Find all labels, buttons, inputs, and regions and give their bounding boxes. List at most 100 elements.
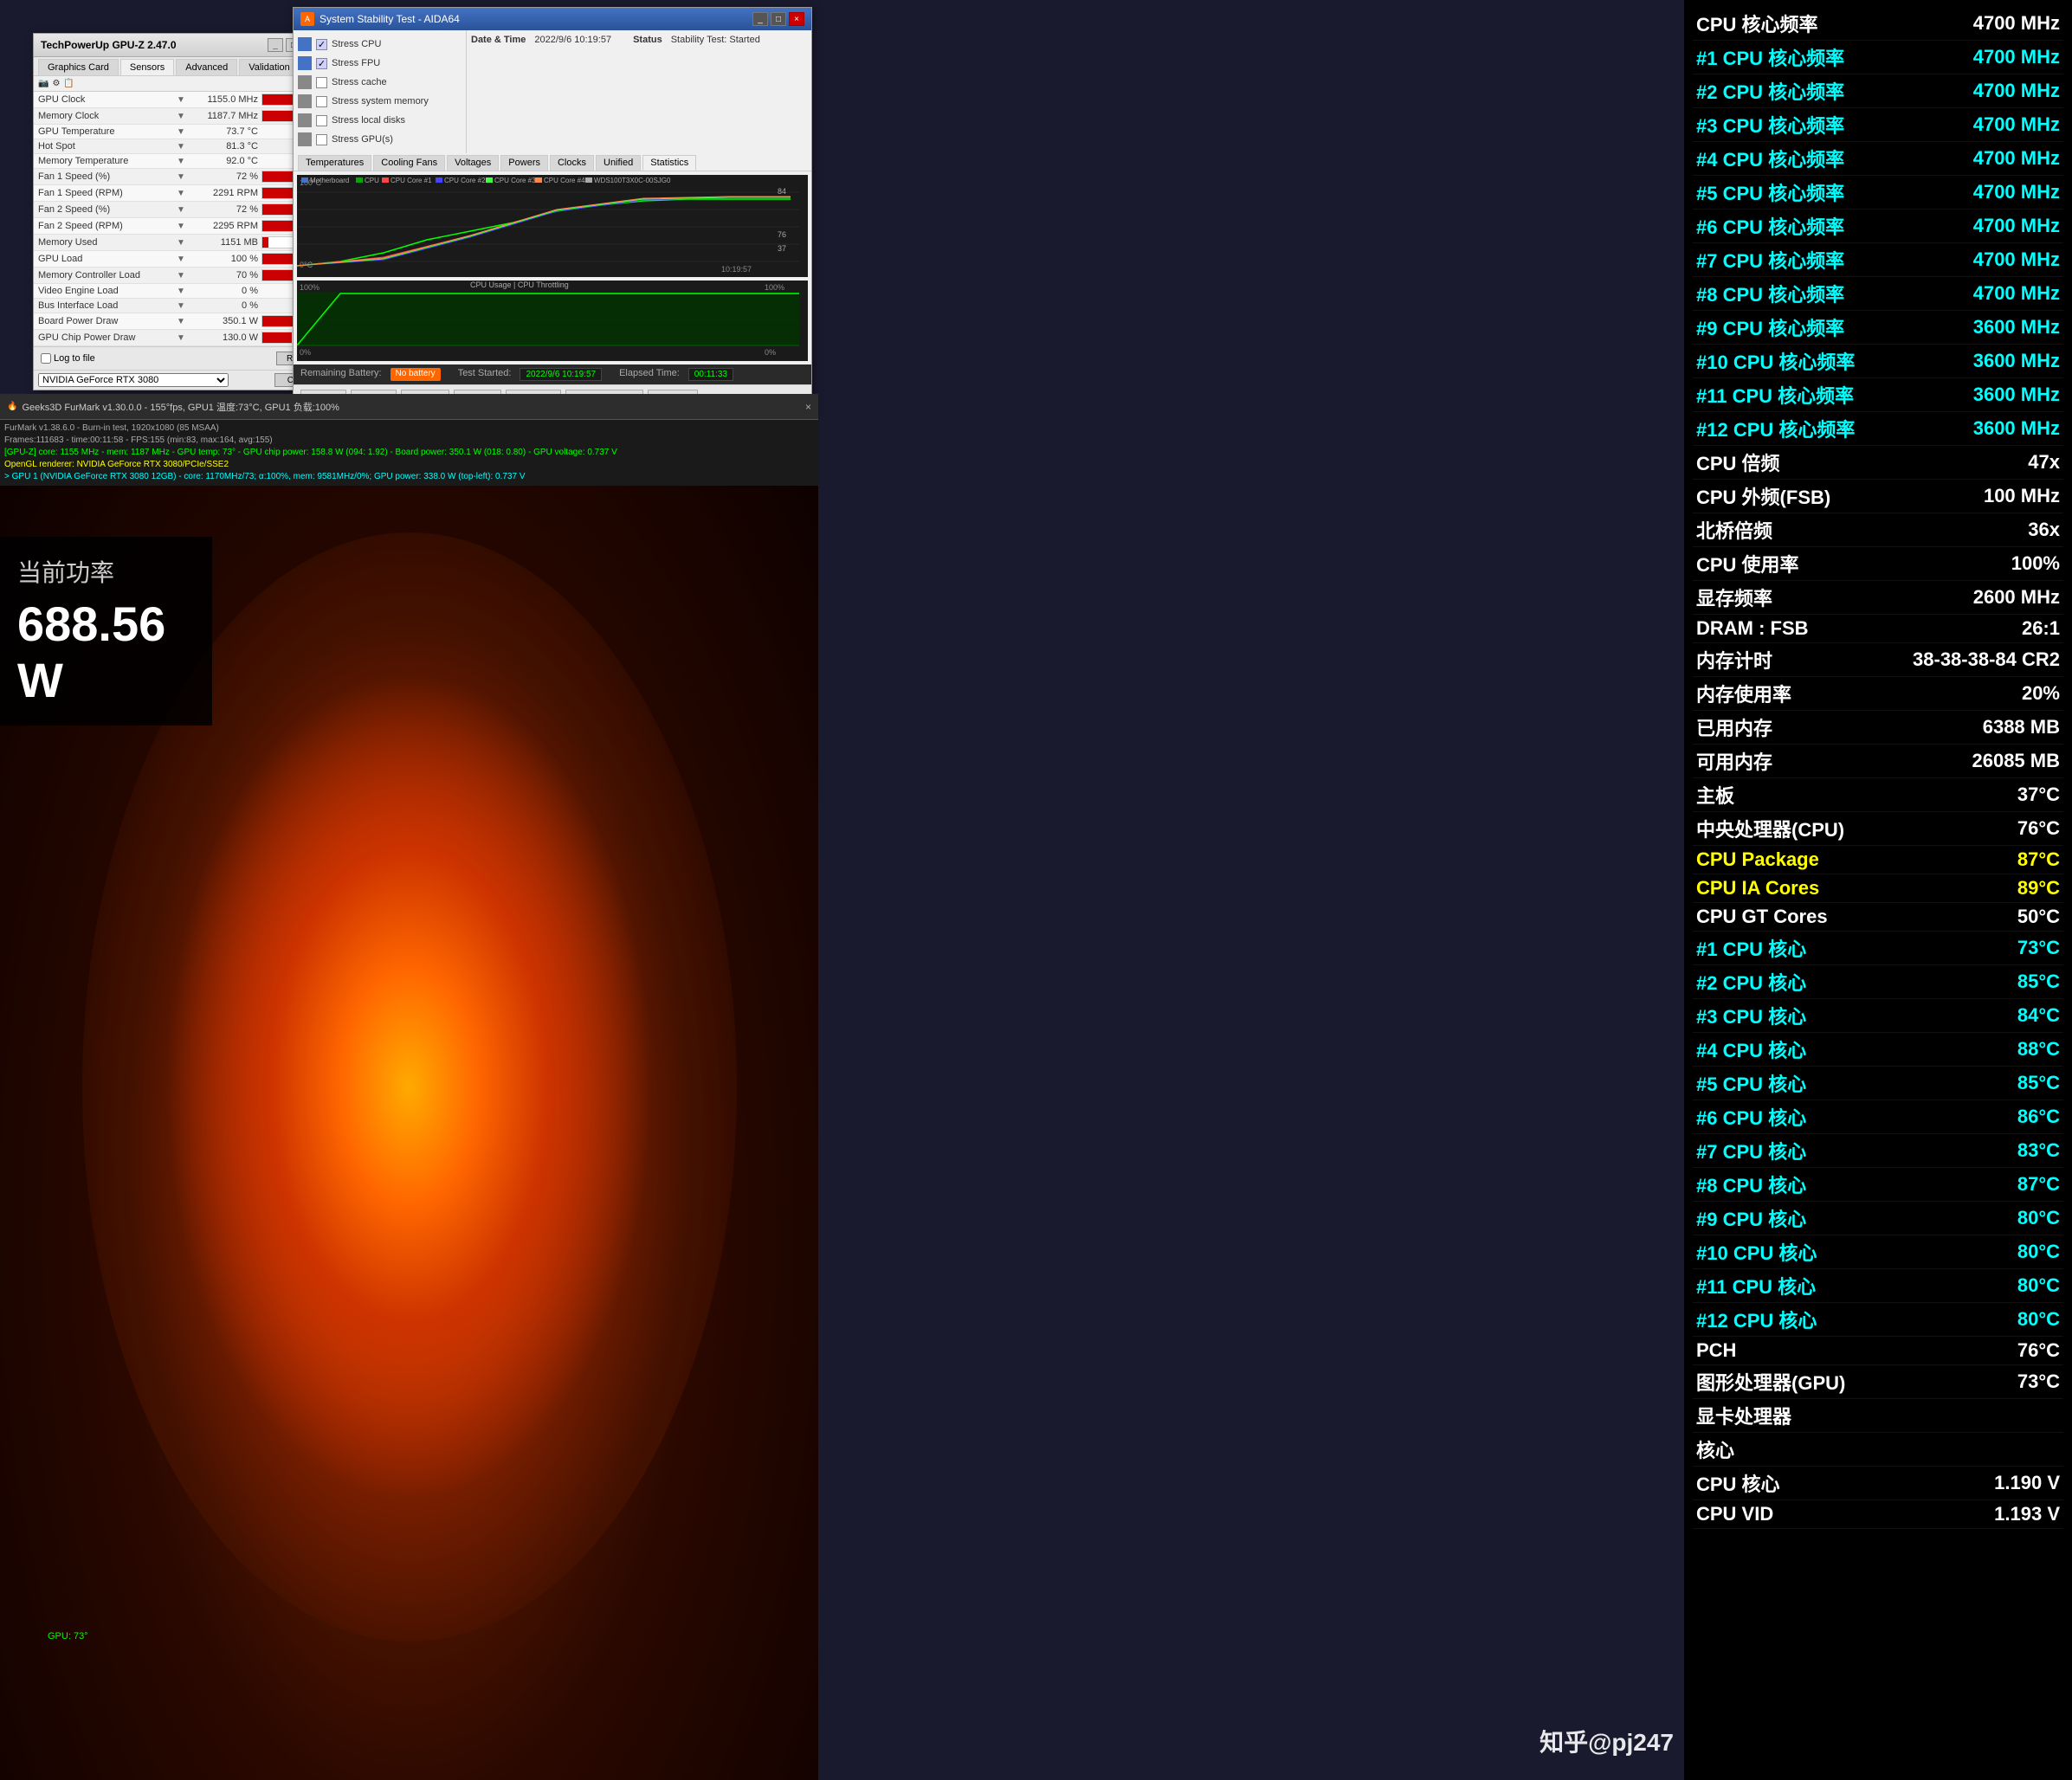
gpuz-sensor-arrow[interactable]: ▼ [177,271,189,281]
aida64-tab-unified[interactable]: Unified [596,155,641,171]
gpuz-sensor-row: Fan 1 Speed (%) ▼ 72 % [34,169,326,185]
hwinfo-stat-value: 76°C [2017,817,2060,840]
stress-icon [298,75,312,89]
stress-checkbox[interactable]: ✓ [316,39,327,50]
furmark-info-line2: Frames:111683 - time:00:11:58 - FPS:155 … [4,435,814,447]
gpuz-sensor-arrow[interactable]: ▼ [177,95,189,105]
hwinfo-stat-row: #6 CPU 核心频率4700 MHz [1693,210,2063,243]
furmark-close-btn[interactable]: × [805,401,811,413]
stress-label: Stress cache [332,77,387,87]
aida64-close-btn[interactable]: × [789,12,804,26]
gpuz-sensor-arrow[interactable]: ▼ [177,255,189,264]
hwinfo-stat-row: #11 CPU 核心80°C [1693,1269,2063,1303]
hwinfo-stat-row: 中央处理器(CPU)76°C [1693,812,2063,846]
hwinfo-stat-value: 4700 MHz [1973,282,2060,305]
aida64-win-controls: _ □ × [752,12,804,26]
stress-checkbox[interactable] [316,115,327,126]
battery-value: No battery [391,368,441,381]
hwinfo-stat-value: 87°C [2017,1173,2060,1196]
hwinfo-stat-row: 内存计时38-38-38-84 CR2 [1693,643,2063,677]
gpuz-sensor-arrow[interactable]: ▼ [177,157,189,166]
hwinfo-stat-value: 100 MHz [1984,485,2060,507]
gpuz-sensor-arrow[interactable]: ▼ [177,189,189,198]
stress-icon [298,113,312,127]
stress-checkbox[interactable]: ✓ [316,58,327,69]
hwinfo-stat-value: 86°C [2017,1106,2060,1128]
aida64-tab-cooling-fans[interactable]: Cooling Fans [373,155,445,171]
elapsed-label: Elapsed Time: [619,368,680,381]
stress-icon [298,37,312,51]
gpuz-minimize-btn[interactable]: _ [268,38,283,52]
hwinfo-stat-label: 内存使用率 [1696,680,1791,707]
gpuz-sensor-value: 1187.7 MHz [189,111,258,121]
hwinfo-stat-value: 50°C [2017,906,2060,928]
hwinfo-stat-row: #10 CPU 核心频率3600 MHz [1693,345,2063,378]
gpuz-sensor-name: Memory Clock [38,111,177,121]
aida64-tab-clocks[interactable]: Clocks [550,155,594,171]
hwinfo-stat-value: 80°C [2017,1308,2060,1331]
gpuz-tab-advanced[interactable]: Advanced [176,59,237,75]
svg-text:CPU Core #2: CPU Core #2 [444,177,486,184]
gpuz-tab-sensors[interactable]: Sensors [120,59,174,75]
hwinfo-stat-label: DRAM : FSB [1696,617,1809,640]
hwinfo-stat-label: 核心 [1696,1435,1734,1463]
gpuz-sensor-arrow[interactable]: ▼ [177,238,189,248]
aida64-minimize-btn[interactable]: _ [752,12,768,26]
hwinfo-stat-label: #9 CPU 核心 [1696,1204,1806,1232]
aida64-maximize-btn[interactable]: □ [771,12,786,26]
hwinfo-stat-label: #8 CPU 核心频率 [1696,280,1844,307]
aida64-tab-temperatures[interactable]: Temperatures [298,155,371,171]
hwinfo-stat-row: CPU 使用率100% [1693,547,2063,581]
gpuz-sensor-arrow[interactable]: ▼ [177,333,189,343]
gpuz-sensor-arrow[interactable]: ▼ [177,287,189,296]
gpuz-sensor-arrow[interactable]: ▼ [177,222,189,231]
gpuz-sensor-arrow[interactable]: ▼ [177,112,189,121]
gpuz-sensor-arrow[interactable]: ▼ [177,317,189,326]
hwinfo-stat-row: 图形处理器(GPU)73°C [1693,1365,2063,1399]
gpuz-title: TechPowerUp GPU-Z 2.47.0 [41,39,177,51]
stress-label: Stress CPU [332,39,381,49]
stress-icon [298,132,312,146]
hwinfo-stat-value: 85°C [2017,971,2060,993]
stress-checkbox[interactable] [316,96,327,107]
hwinfo-stat-label: #10 CPU 核心频率 [1696,347,1855,375]
hwinfo-stat-row: #9 CPU 核心频率3600 MHz [1693,311,2063,345]
gpuz-log-checkbox[interactable] [41,353,51,364]
aida64-stress-item: ✓ Stress CPU [298,35,462,54]
hwinfo-stat-value: 26:1 [2022,617,2060,640]
aida64-tab-statistics[interactable]: Statistics [642,155,696,171]
aida64-tab-powers[interactable]: Powers [500,155,548,171]
hwinfo-stat-row: #11 CPU 核心频率3600 MHz [1693,378,2063,412]
svg-text:CPU Usage | CPU Throttling: CPU Usage | CPU Throttling [470,281,569,289]
gpuz-model-select[interactable]: NVIDIA GeForce RTX 3080 [38,373,229,387]
hwinfo-stat-value: 3600 MHz [1973,316,2060,339]
hwinfo-stat-value: 6388 MB [1983,716,2060,738]
stress-checkbox[interactable] [316,77,327,88]
gpuz-tab-graphics-card[interactable]: Graphics Card [38,59,119,75]
svg-text:100%: 100% [765,283,784,292]
svg-text:Motherboard: Motherboard [310,177,349,184]
hwinfo-stat-label: #5 CPU 核心 [1696,1069,1806,1097]
gpuz-sensor-name: Board Power Draw [38,316,177,326]
hwinfo-stat-value: 3600 MHz [1973,384,2060,406]
gpuz-sensor-arrow[interactable]: ▼ [177,205,189,215]
gpuz-tab-validation[interactable]: Validation [239,59,300,75]
power-label: 当前功率 [17,554,195,589]
gpuz-sensor-name: Bus Interface Load [38,300,177,311]
gpuz-titlebar: TechPowerUp GPU-Z 2.47.0 _ □ × [34,34,326,57]
hwinfo-stat-label: #4 CPU 核心 [1696,1035,1806,1063]
furmark-title: Geeks3D FurMark v1.30.0.0 - 155°fps, GPU… [22,400,339,414]
gpuz-sensor-arrow[interactable]: ▼ [177,301,189,311]
gpuz-sensor-arrow[interactable]: ▼ [177,172,189,182]
hwinfo-stat-label: #2 CPU 核心 [1696,968,1806,996]
svg-text:100%: 100% [300,283,320,292]
stress-label: Stress GPU(s) [332,134,393,145]
stress-checkbox[interactable] [316,134,327,145]
gpuz-sensor-arrow[interactable]: ▼ [177,142,189,152]
furmark-flame-icon: 🔥 [7,402,17,411]
gpuz-bar-fill [262,237,268,248]
hwinfo-stat-value: 4700 MHz [1973,80,2060,102]
gpuz-sensor-value: 72 % [189,204,258,215]
aida64-tab-voltages[interactable]: Voltages [447,155,499,171]
gpuz-sensor-arrow[interactable]: ▼ [177,127,189,137]
